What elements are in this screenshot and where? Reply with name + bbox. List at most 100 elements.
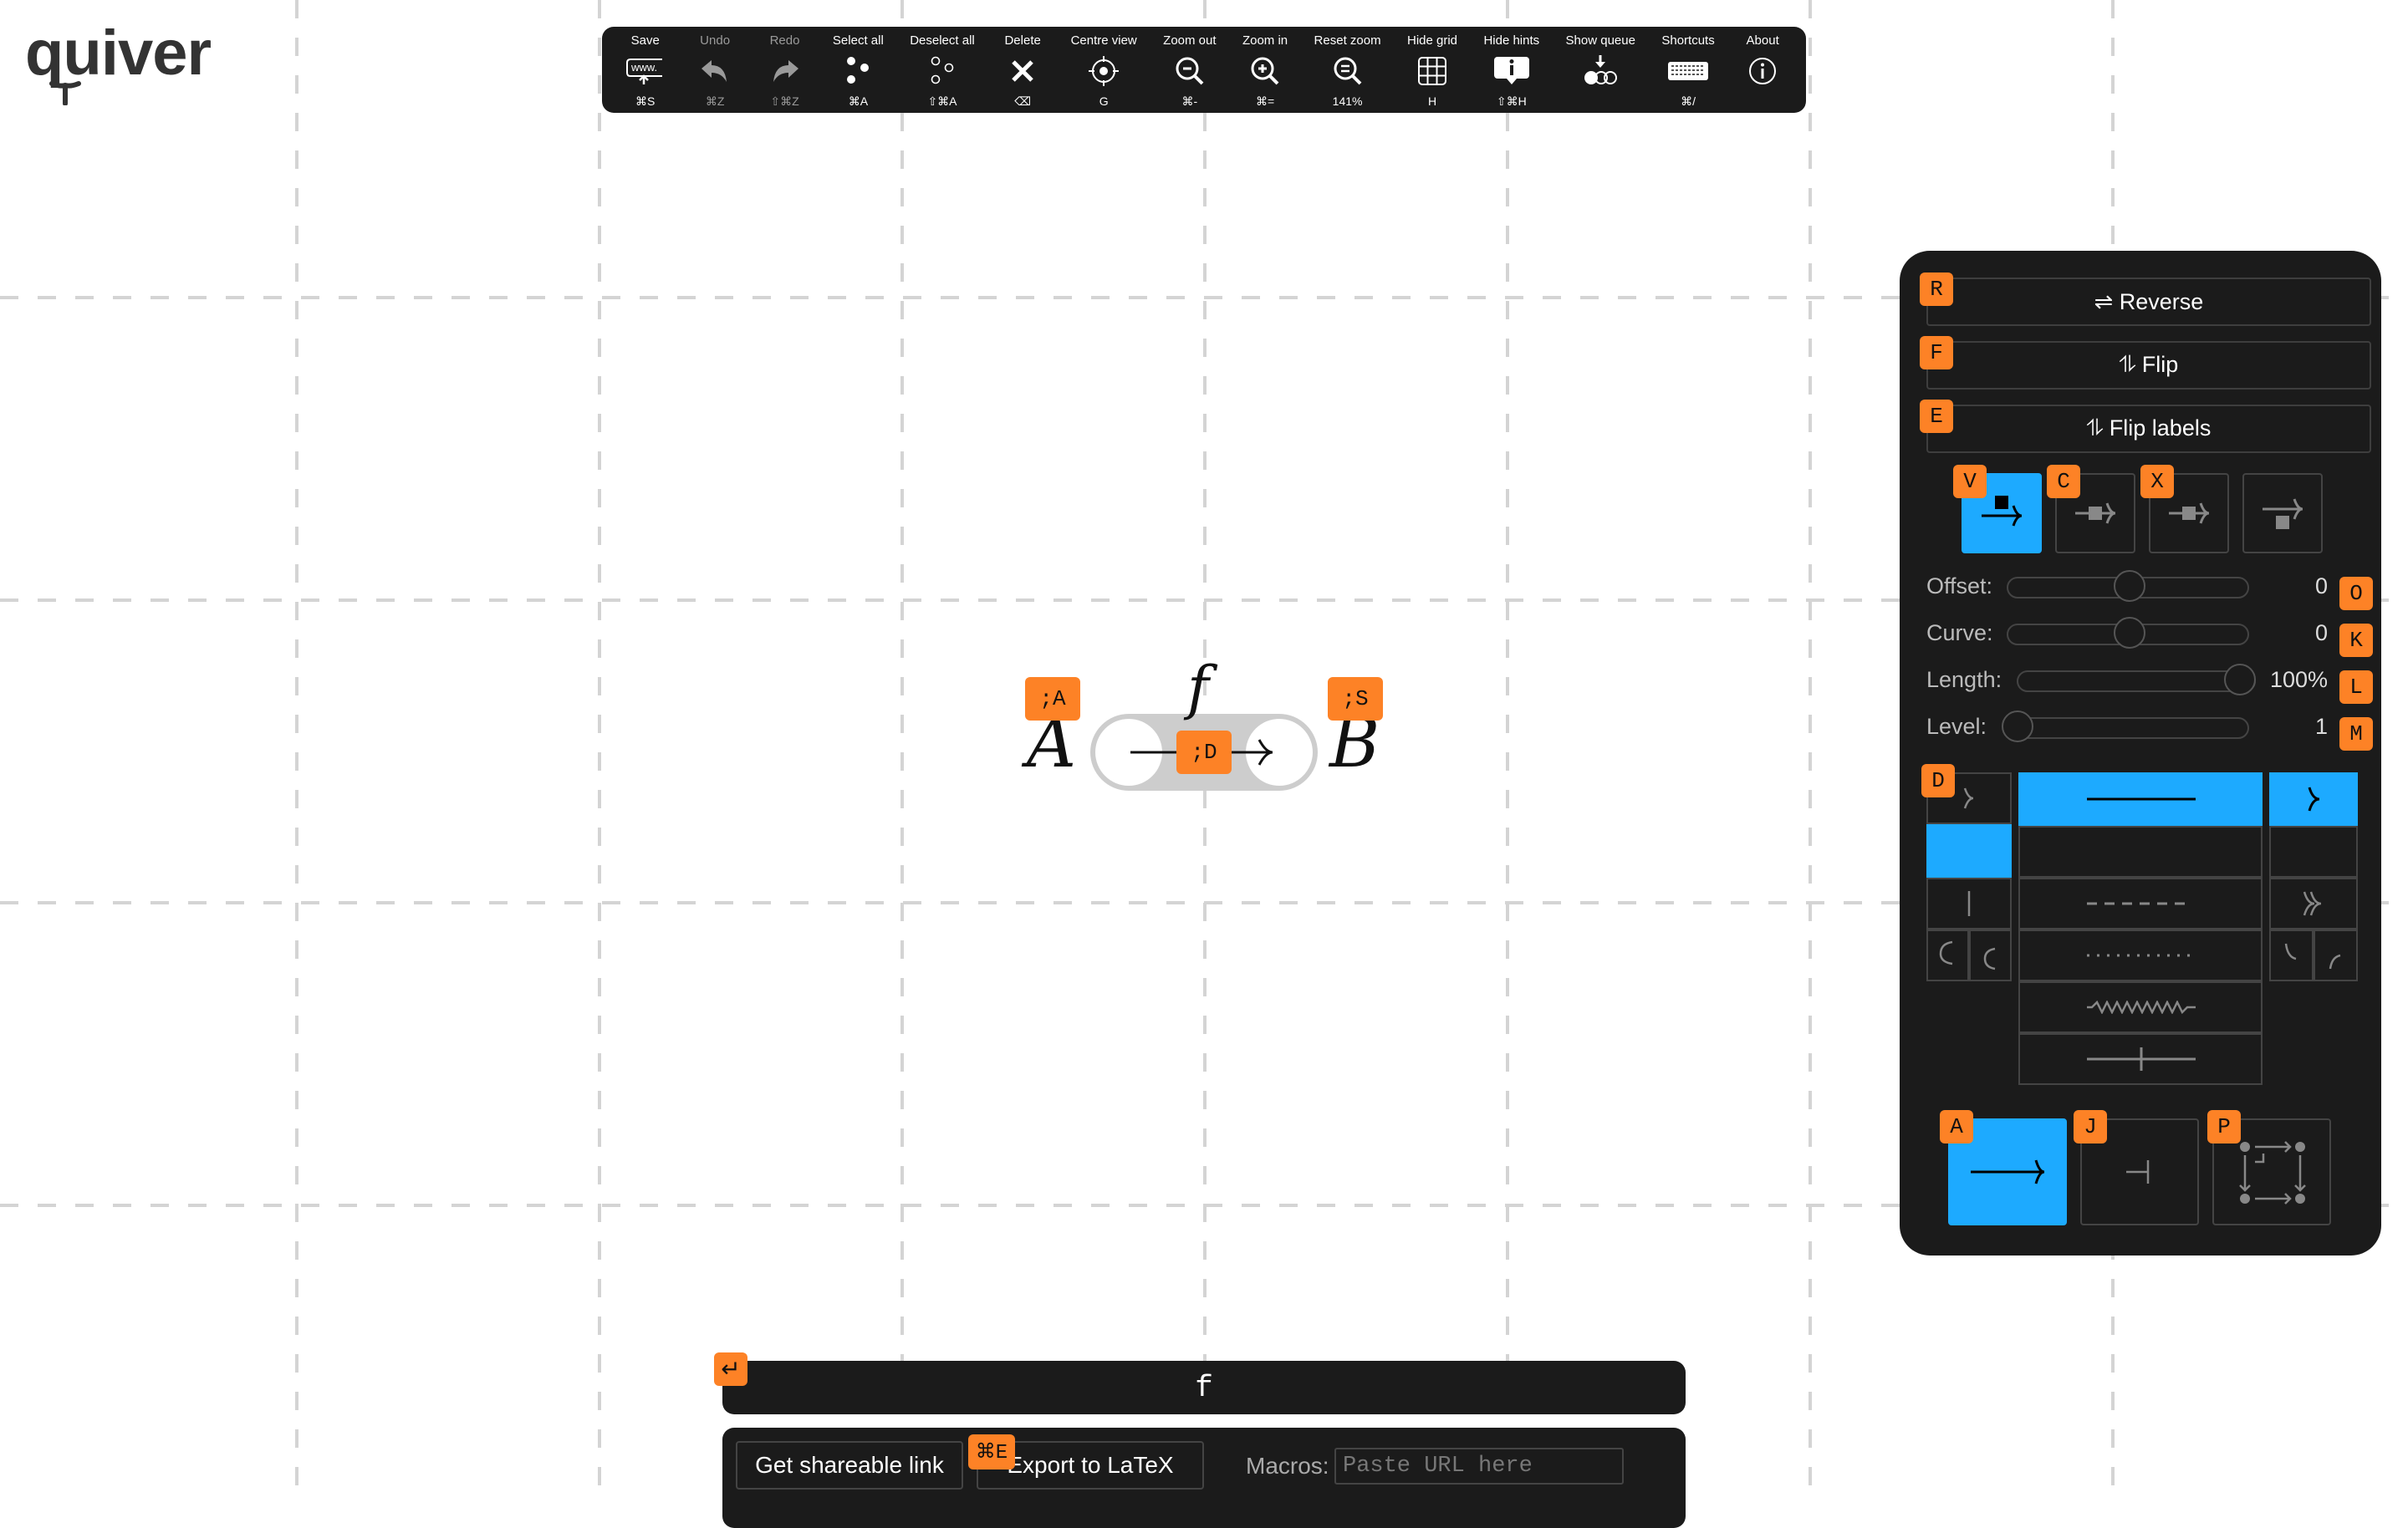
label-left-icon (1982, 496, 2023, 527)
barred-line-icon (2087, 1047, 2196, 1071)
curve-hint: K (2339, 624, 2373, 657)
get-shareable-link-button[interactable]: Get shareable link (736, 1441, 963, 1490)
hide-hints-button[interactable]: Hide hints ⇧⌘H (1483, 27, 1539, 113)
shortcuts-button[interactable]: Shortcuts ⌘/ (1661, 27, 1714, 113)
show-queue-button[interactable]: Show queue (1566, 27, 1635, 113)
label-input-hint: ↵ (714, 1352, 747, 1386)
length-slider[interactable] (2017, 664, 2256, 695)
solid-line-icon (2087, 797, 2196, 801)
deselect-all-icon (931, 56, 954, 84)
head-style-none[interactable] (2269, 826, 2358, 878)
label-over-icon (2169, 502, 2210, 524)
hide-grid-button[interactable]: Hide grid H (1407, 27, 1457, 113)
length-hint: L (2339, 670, 2373, 704)
curve-slider-row: Curve: 0 (1926, 615, 2378, 652)
head-style-harpoon-top[interactable] (2269, 930, 2314, 981)
save-button[interactable]: Save www. ⌘S (624, 27, 667, 113)
tail-style-hook-bottom[interactable] (1969, 930, 2012, 981)
zoom-in-button[interactable]: Zoom in ⌘= (1242, 27, 1288, 113)
body-style-dashed[interactable] (2018, 878, 2263, 930)
export-bar: Get shareable link Export to LaTeX ⌘E Ma… (722, 1428, 1686, 1528)
toolbar: Save www. ⌘S Undo ⌘Z Redo ⇧⌘Z Select all… (602, 27, 1806, 113)
pullback-icon (2239, 1141, 2306, 1205)
pullback-type-hint: P (2207, 1110, 2241, 1143)
curve-slider-thumb[interactable] (2114, 617, 2145, 649)
redo-button[interactable]: Redo ⇧⌘Z (763, 27, 807, 113)
reset-zoom-button[interactable]: Reset zoom 141% (1314, 27, 1381, 113)
length-slider-thumb[interactable] (2224, 664, 2256, 695)
undo-icon (701, 60, 727, 82)
info-icon (1749, 58, 1777, 84)
delete-button[interactable]: Delete ⌫ (1001, 27, 1044, 113)
body-style-dotted[interactable] (2018, 930, 2263, 981)
level-slider-row: Level: 1 (1926, 709, 2378, 746)
logo-arrow-icon (49, 81, 81, 105)
squiggly-line-icon (2087, 1001, 2196, 1014)
undo-button[interactable]: Undo ⌘Z (693, 27, 737, 113)
adjunction-icon (2126, 1160, 2150, 1184)
edge-properties-panel: ⇌ Reverse ⥮ Flip ⥮ Flip labels R F E V C… (1900, 251, 2381, 1256)
body-style-solid[interactable] (2018, 772, 2263, 826)
curve-slider[interactable] (2007, 617, 2249, 649)
delete-icon (1012, 60, 1033, 82)
dashed-line-icon (2087, 902, 2191, 905)
macros-url-input[interactable] (1334, 1448, 1624, 1485)
head-style-harpoon-bottom[interactable] (2314, 930, 2358, 981)
macros-label: Macros: (1246, 1453, 1329, 1479)
label-over-hint: X (2140, 465, 2174, 498)
level-hint: M (2339, 717, 2373, 751)
label-centre-hint: C (2047, 465, 2080, 498)
flip-labels-button[interactable]: ⥮ Flip labels (1926, 405, 2371, 453)
reverse-button[interactable]: ⇌ Reverse (1926, 278, 2371, 326)
flip-button[interactable]: ⥮ Flip (1926, 341, 2371, 390)
label-input[interactable]: f (722, 1361, 1686, 1414)
grid-line (598, 0, 601, 1505)
grid-line (1809, 0, 1812, 1505)
offset-slider-row: Offset: 0 (1926, 568, 2378, 605)
hints-icon (1493, 57, 1529, 84)
reset-zoom-icon (1334, 57, 1361, 85)
tail-maps-to-icon (1967, 891, 1971, 916)
deselect-all-button[interactable]: Deselect all ⇧⌘A (910, 27, 975, 113)
body-style-squiggly[interactable] (2018, 981, 2263, 1033)
node-a-hint: ;A (1025, 677, 1080, 721)
centre-view-button[interactable]: Centre view G (1071, 27, 1137, 113)
length-slider-row: Length: 100% (1926, 662, 2378, 699)
hook-bottom-icon (1983, 947, 1995, 970)
select-all-button[interactable]: Select all ⌘A (833, 27, 884, 113)
harpoon-bottom-icon (2329, 954, 2340, 970)
edge-label-f[interactable]: f (1187, 654, 1209, 722)
head-style-two-headed[interactable] (2269, 878, 2358, 930)
tail-style-hook-top[interactable] (1926, 930, 1969, 981)
offset-slider[interactable] (2007, 570, 2249, 602)
tail-arrowhead-icon (1963, 787, 1974, 809)
grid-line (900, 0, 904, 1505)
about-button[interactable]: About (1741, 27, 1784, 113)
label-position-right[interactable] (2242, 473, 2323, 553)
grid-line (1506, 0, 1509, 1505)
head-arrowhead-icon (2308, 787, 2320, 812)
zoom-out-button[interactable]: Zoom out ⌘- (1163, 27, 1216, 113)
tail-style-none[interactable] (1926, 824, 2012, 878)
node-b-hint: ;S (1328, 677, 1383, 721)
flip-hint: F (1920, 336, 1953, 369)
flip-labels-hint: E (1920, 400, 1953, 433)
body-style-none[interactable] (2018, 826, 2263, 878)
label-left-hint: V (1953, 465, 1987, 498)
level-slider[interactable] (2002, 711, 2249, 742)
offset-slider-thumb[interactable] (2114, 570, 2145, 602)
redo-icon (773, 60, 798, 82)
reverse-hint: R (1920, 272, 1953, 306)
grid-icon (1418, 57, 1447, 85)
body-style-barred[interactable] (2018, 1033, 2263, 1085)
two-headed-icon (2303, 891, 2322, 916)
head-style-arrowhead[interactable] (2269, 772, 2358, 826)
level-slider-thumb[interactable] (2002, 711, 2033, 742)
arrow-type-hint: A (1940, 1110, 1973, 1143)
zoom-in-icon (1251, 57, 1279, 85)
edge-hint: ;D (1176, 731, 1232, 774)
tail-style-maps-to[interactable] (1926, 878, 2012, 930)
grid-line (295, 0, 298, 1505)
hook-top-icon (1939, 940, 1952, 965)
adjunction-type-hint: J (2074, 1110, 2107, 1143)
